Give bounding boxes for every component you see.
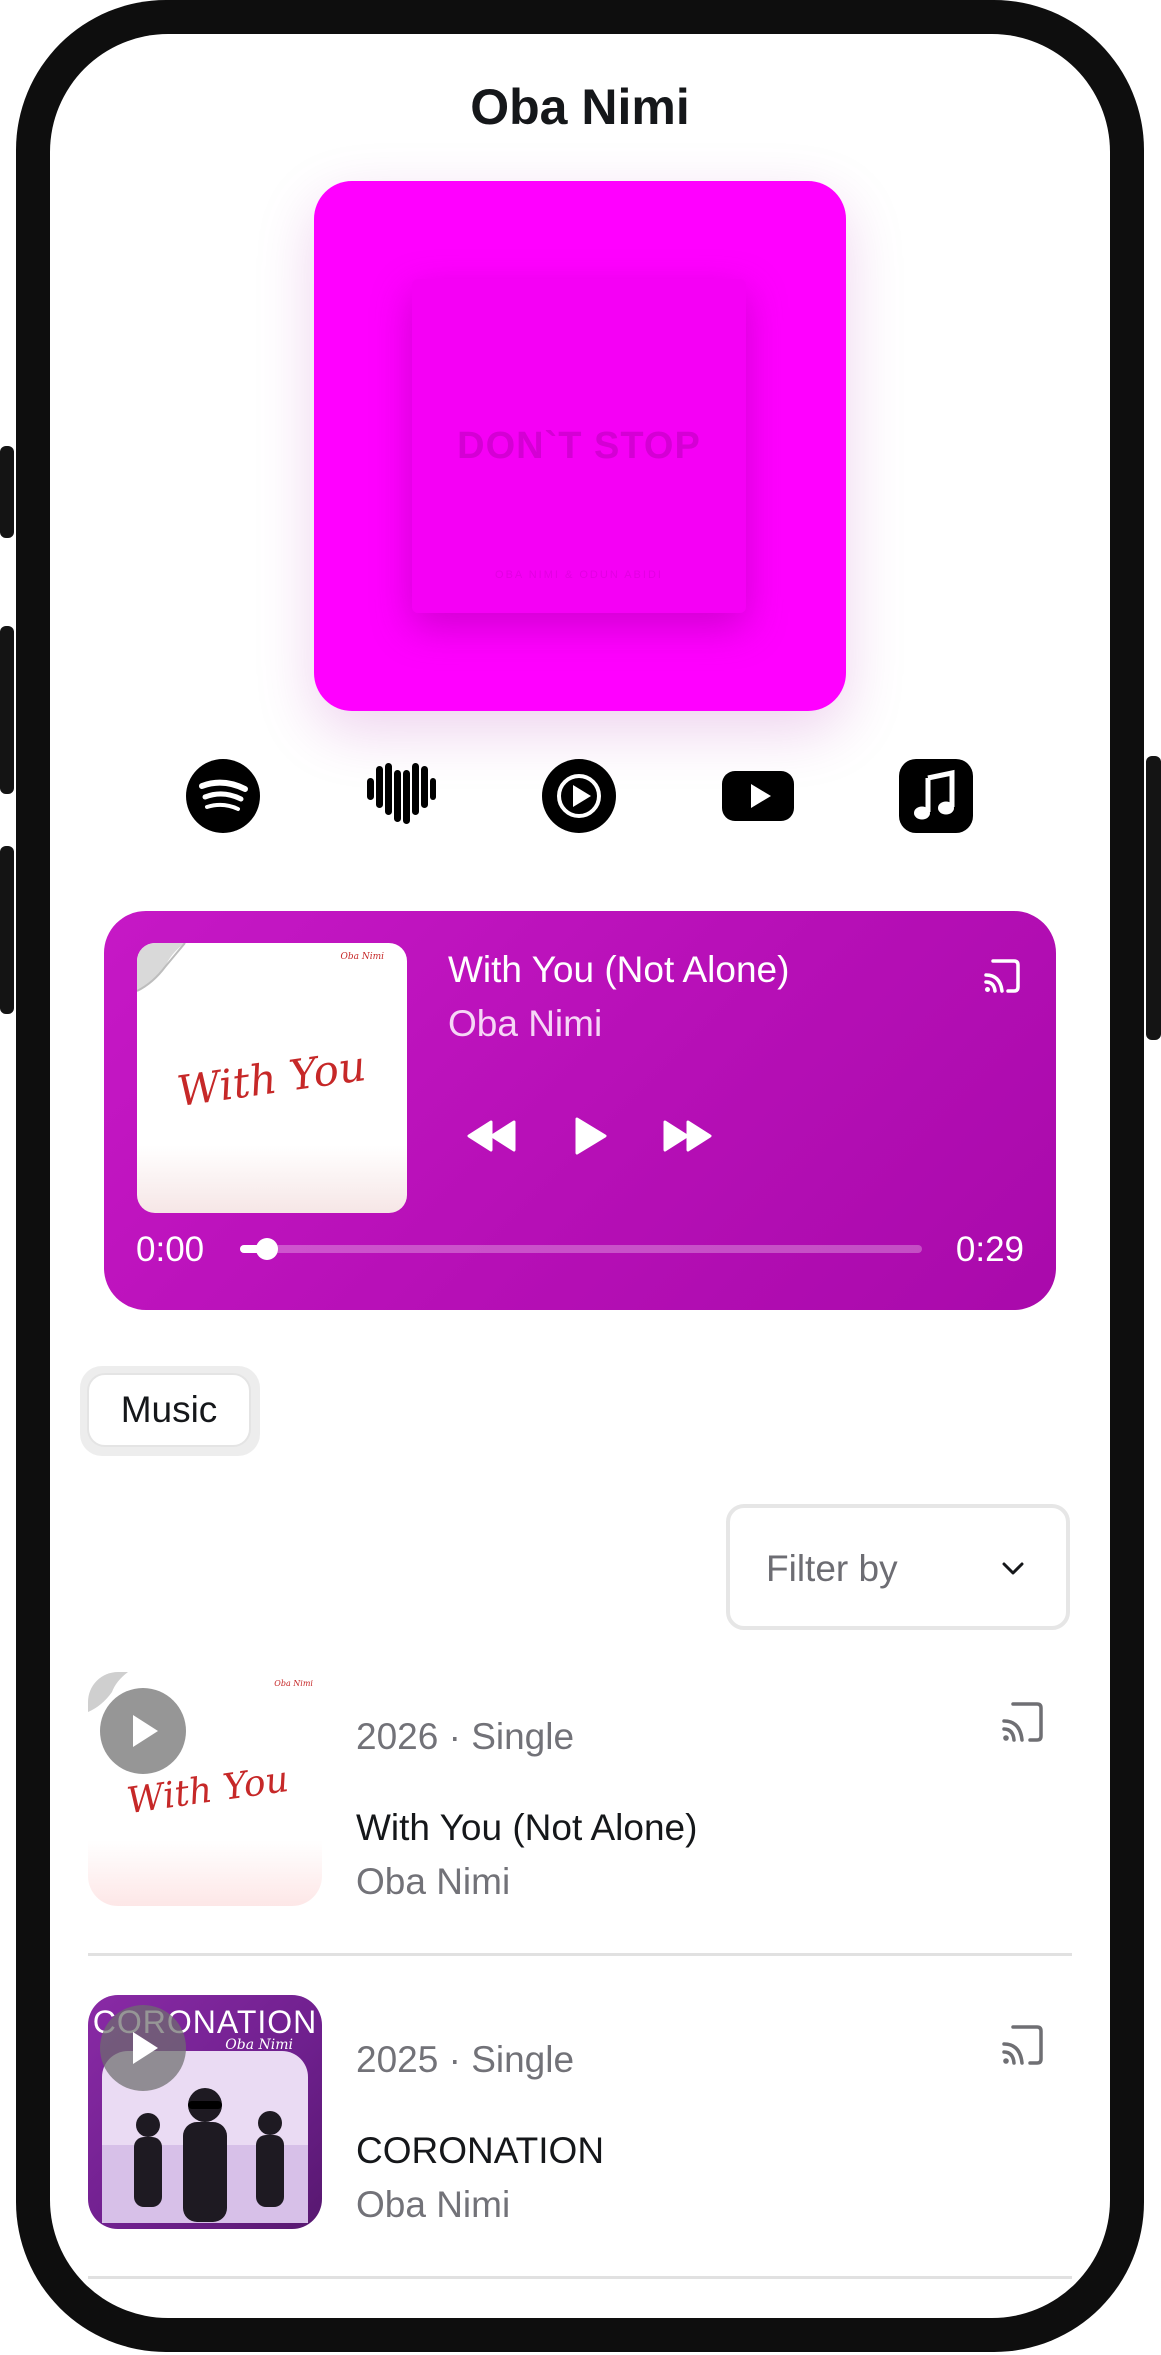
cast-icon[interactable]: [998, 2019, 1050, 2071]
now-playing-artist: Oba Nimi: [448, 1003, 603, 1044]
progress-slider[interactable]: [240, 1238, 922, 1260]
power-button: [1146, 756, 1161, 1040]
track-art-label: Oba Nimi: [274, 1679, 313, 1688]
apple-music-icon[interactable]: [898, 758, 974, 834]
cast-icon[interactable]: [980, 953, 1026, 999]
youtube-icon[interactable]: [720, 758, 796, 834]
cast-icon[interactable]: [998, 1696, 1050, 1748]
volume-down-button: [0, 846, 14, 1014]
chevron-down-icon: [1002, 1562, 1024, 1575]
app-screen: Oba Nimi DON`T STOP OBA NIMI & ODUN ABID…: [50, 34, 1110, 2318]
album-cover-art: DON`T STOP OBA NIMI & ODUN ABIDI: [412, 279, 746, 613]
now-playing-card: With You Oba Nimi With You (Not Alone) O…: [104, 911, 1056, 1310]
album-cover-subtitle: OBA NIMI & ODUN ABIDI: [495, 569, 663, 581]
divider: [88, 2276, 1072, 2279]
divider: [88, 1953, 1072, 1956]
filter-dropdown[interactable]: Filter by: [726, 1504, 1070, 1630]
audiomack-icon[interactable]: [363, 758, 439, 834]
track-artist: Oba Nimi: [356, 2184, 511, 2225]
track-artwork[interactable]: CORONATION Oba Nimi: [88, 1995, 322, 2229]
progress-handle[interactable]: [256, 1238, 279, 1260]
now-playing-title: With You (Not Alone): [448, 949, 790, 990]
mute-switch: [0, 446, 14, 538]
youtube-music-icon[interactable]: [541, 758, 617, 834]
current-time: 0:00: [136, 1230, 205, 1269]
now-playing-art-label: Oba Nimi: [340, 952, 384, 962]
fast-forward-button[interactable]: [657, 1106, 717, 1166]
spotify-icon[interactable]: [185, 758, 261, 834]
track-meta: 2026 · Single: [356, 1716, 575, 1757]
play-button[interactable]: [559, 1106, 619, 1166]
filter-placeholder: Filter by: [766, 1548, 898, 1589]
album-cover-title: DON`T STOP: [457, 425, 701, 467]
track-artwork[interactable]: With You Oba Nimi: [88, 1672, 322, 1906]
volume-up-button: [0, 626, 14, 794]
track-play-button[interactable]: [100, 2005, 186, 2091]
track-meta: 2025 · Single: [356, 2039, 575, 2080]
album-cover: DON`T STOP OBA NIMI & ODUN ABIDI: [314, 181, 846, 711]
total-time: 0:29: [955, 1230, 1024, 1269]
track-play-button[interactable]: [100, 1688, 186, 1774]
tab-music-label: Music: [87, 1373, 251, 1447]
tab-music[interactable]: Music: [80, 1366, 260, 1456]
track-title[interactable]: CORONATION: [356, 2130, 604, 2172]
rewind-button[interactable]: [462, 1106, 522, 1166]
page-title: Oba Nimi: [470, 79, 690, 135]
track-title[interactable]: With You (Not Alone): [356, 1807, 697, 1849]
now-playing-art-title: With You: [174, 1041, 369, 1116]
track-artist: Oba Nimi: [356, 1861, 511, 1902]
track-art-label: Oba Nimi: [225, 2037, 293, 2053]
now-playing-artwork: With You Oba Nimi: [137, 943, 407, 1213]
